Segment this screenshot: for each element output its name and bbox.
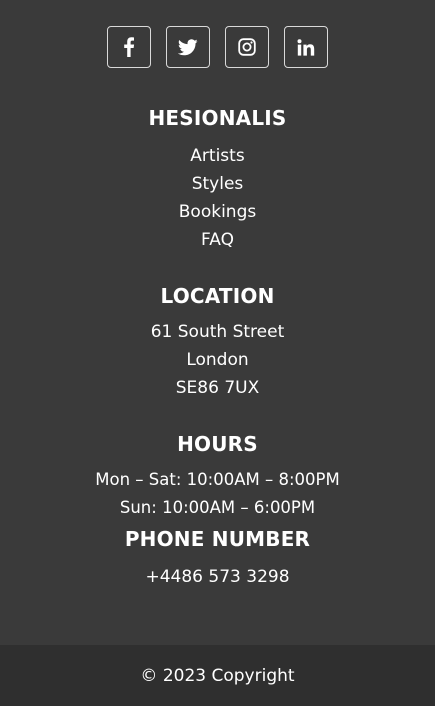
link-faq[interactable]: FAQ xyxy=(201,230,234,250)
address-street: 61 South Street xyxy=(150,322,285,342)
brand-heading: HESIONALIS xyxy=(148,106,287,130)
phone-details: +4486 573 3298 xyxy=(0,563,435,591)
address-city: London xyxy=(186,350,249,370)
phone-heading: PHONE NUMBER xyxy=(124,527,311,551)
brand-section: HESIONALIS Artists Styles Bookings FAQ xyxy=(0,106,435,254)
copyright-bar: © 2023 Copyright xyxy=(0,645,435,706)
linkedin-button[interactable] xyxy=(284,26,328,68)
twitter-icon xyxy=(178,38,198,56)
hours-heading: HOURS xyxy=(177,432,258,456)
link-artists[interactable]: Artists xyxy=(190,146,244,166)
copyright-text: © 2023 Copyright xyxy=(140,665,295,686)
hours-sunday: Sun: 10:00AM – 6:00PM xyxy=(119,498,316,517)
location-heading: LOCATION xyxy=(160,284,275,308)
brand-links: Artists Styles Bookings FAQ xyxy=(0,142,435,254)
instagram-button[interactable] xyxy=(225,26,269,68)
facebook-button[interactable] xyxy=(107,26,151,68)
instagram-icon xyxy=(238,38,256,56)
location-section: LOCATION 61 South Street London SE86 7UX xyxy=(0,284,435,402)
facebook-icon xyxy=(123,37,135,57)
phone-section: PHONE NUMBER +4486 573 3298 xyxy=(0,527,435,591)
address: 61 South Street London SE86 7UX xyxy=(0,318,435,402)
linkedin-icon xyxy=(297,38,315,56)
phone-number-link[interactable]: +4486 573 3298 xyxy=(145,567,289,587)
link-styles[interactable]: Styles xyxy=(192,174,244,194)
address-postcode: SE86 7UX xyxy=(175,378,260,398)
opening-hours: Mon – Sat: 10:00AM – 8:00PM Sun: 10:00AM… xyxy=(0,466,435,522)
hours-section: HOURS Mon – Sat: 10:00AM – 8:00PM Sun: 1… xyxy=(0,432,435,522)
twitter-button[interactable] xyxy=(166,26,210,68)
site-footer: HESIONALIS Artists Styles Bookings FAQ L… xyxy=(0,0,435,706)
hours-weekday: Mon – Sat: 10:00AM – 8:00PM xyxy=(95,470,340,489)
social-links xyxy=(0,26,435,68)
link-bookings[interactable]: Bookings xyxy=(179,202,256,222)
